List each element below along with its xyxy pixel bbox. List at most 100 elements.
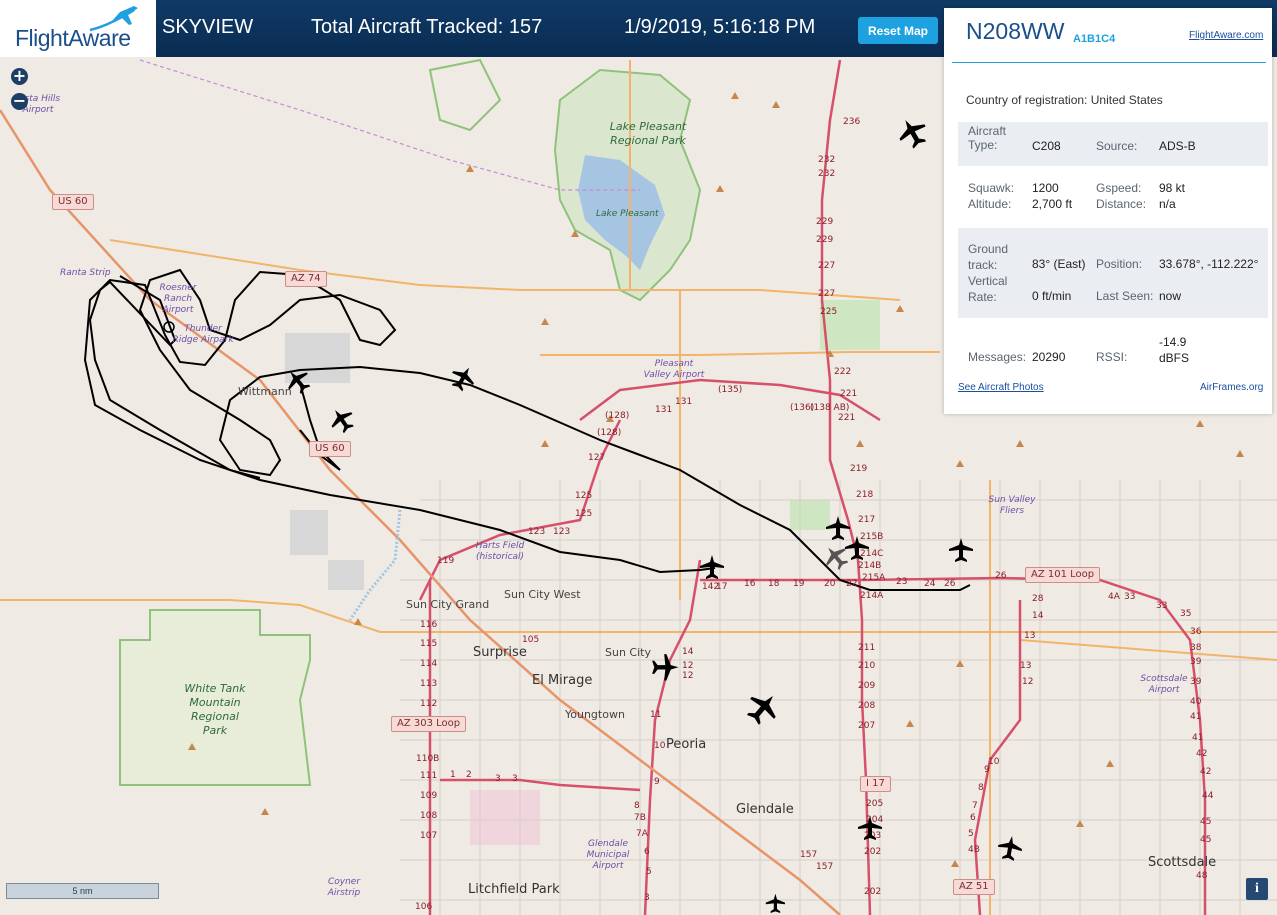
exit-number: 157	[800, 850, 818, 860]
aircraft-type-value: C208	[1032, 139, 1061, 153]
road-shield: I 17	[860, 776, 891, 792]
exit-number: 112	[420, 699, 438, 709]
exit-number: 8	[634, 801, 640, 811]
info-button[interactable]: i	[1246, 878, 1268, 900]
exit-number: 3	[512, 774, 518, 784]
airport-label: Thunder Ridge Airpark	[172, 324, 234, 345]
scale-label: 5 nm	[72, 886, 93, 896]
exit-number: 108	[420, 811, 438, 821]
country-row: Country of registration: United States	[966, 93, 1163, 107]
gspeed-label: Gspeed:	[1096, 181, 1142, 195]
exit-number: 38	[1190, 643, 1202, 653]
exit-number: 125	[575, 509, 593, 519]
exit-number: 14	[1032, 611, 1044, 621]
reset-map-button[interactable]: Reset Map	[858, 17, 938, 44]
exit-number: 5	[646, 867, 652, 877]
exit-number: 26	[944, 579, 956, 589]
exit-number: 1	[450, 770, 456, 780]
position-value: 33.678°, -112.222°	[1159, 257, 1259, 271]
exit-number: 218	[856, 490, 874, 500]
exit-number: 214B	[858, 561, 882, 571]
exit-number: 10	[654, 741, 666, 751]
exit-number: 24	[924, 579, 936, 589]
rssi-value: -14.9 dBFS	[1159, 335, 1190, 365]
aircraft-photos-link[interactable]: See Aircraft Photos	[958, 382, 1044, 393]
exit-number: 9	[984, 765, 990, 775]
exit-number: 215A	[862, 573, 886, 583]
exit-number: 219	[850, 464, 868, 474]
airport-label: Scottsdale Airport	[1140, 674, 1188, 695]
exit-number: 12	[1022, 677, 1034, 687]
place-label: Scottsdale	[1148, 855, 1217, 870]
exit-number: 208	[858, 701, 876, 711]
airport-label: Harts Field (historical)	[475, 541, 525, 562]
exit-number: 109	[420, 791, 438, 801]
exit-number: 202	[864, 847, 882, 857]
scale-bar: 5 nm	[6, 883, 159, 899]
flightaware-link[interactable]: FlightAware.com	[1189, 30, 1263, 41]
exit-number: 131	[675, 397, 693, 407]
place-label: El Mirage	[532, 673, 593, 688]
exit-number: 44	[1202, 791, 1214, 801]
country-label: Country of registration:	[966, 93, 1088, 107]
lake-label: Lake Pleasant	[596, 209, 659, 219]
zoom-out-button[interactable]: −	[11, 93, 28, 110]
airport-label: Roesner Ranch Airport	[159, 283, 197, 315]
road-shield: AZ 74	[285, 271, 327, 287]
exit-number: 3	[495, 774, 501, 784]
exit-number: 105	[522, 635, 540, 645]
exit-number: 33	[1124, 592, 1136, 602]
road-shield: AZ 303 Loop	[391, 716, 467, 732]
exit-number: 41	[1192, 733, 1204, 743]
exit-number: 227	[818, 261, 836, 271]
last-seen-value: now	[1159, 289, 1182, 303]
flightaware-logo[interactable]: FlightAware	[0, 0, 156, 57]
type-section: Aircraft Type: C208 Source: ADS-B	[958, 122, 1268, 166]
exit-number: 127	[588, 453, 606, 463]
road-shield: AZ 51	[953, 879, 995, 895]
road-shield: US 60	[52, 194, 94, 210]
squawk-value: 1200	[1032, 181, 1059, 195]
exit-number: 45	[1200, 835, 1212, 845]
exit-number: 7B	[634, 813, 646, 823]
exit-number: 42	[1200, 767, 1212, 777]
park-label: White Tank Mountain Regional Park	[184, 682, 246, 737]
exit-number: 225	[820, 307, 838, 317]
exit-number: 221	[840, 389, 858, 399]
exit-number: 36	[1190, 627, 1202, 637]
exit-number: 13	[1020, 661, 1032, 671]
messages-value: 20290	[1032, 350, 1066, 364]
exit-number: 116	[420, 620, 438, 630]
exit-number: 13	[1024, 631, 1036, 641]
exit-number: 214A	[860, 591, 884, 601]
exit-number: 210	[858, 661, 876, 671]
exit-number: 20	[824, 579, 836, 589]
exit-number: (135)	[718, 385, 743, 395]
place-label: Peoria	[666, 737, 707, 752]
airframes-link[interactable]: AirFrames.org	[1200, 382, 1263, 393]
exit-number: 18	[768, 579, 780, 589]
place-label: Sun City	[605, 646, 651, 659]
exit-number: 236	[843, 117, 861, 127]
airport-label: Ranta Strip	[60, 268, 111, 278]
clock: 1/9/2019, 5:16:18 PM	[624, 16, 816, 38]
exit-number: 211	[858, 643, 876, 653]
exit-number: 119	[437, 556, 455, 566]
exit-number: 7	[972, 801, 978, 811]
exit-number: 107	[420, 831, 438, 841]
exit-number: 17	[716, 582, 728, 592]
exit-number: 113	[420, 679, 438, 689]
exit-number: 6	[970, 813, 976, 823]
green-area	[790, 500, 830, 530]
exit-number: 12	[682, 671, 694, 681]
exit-number: 11	[650, 710, 662, 720]
place-label: Youngtown	[565, 708, 625, 721]
exit-number: 41	[1190, 712, 1202, 722]
road-shield: AZ 101 Loop	[1025, 567, 1101, 583]
zoom-in-button[interactable]: +	[11, 68, 28, 85]
messages-label: Messages:	[968, 350, 1027, 364]
exit-number: 229	[816, 235, 834, 245]
exit-number: 205	[866, 799, 884, 809]
exit-number: 14	[682, 647, 694, 657]
ground-track-value: 83° (East)	[1032, 257, 1086, 271]
